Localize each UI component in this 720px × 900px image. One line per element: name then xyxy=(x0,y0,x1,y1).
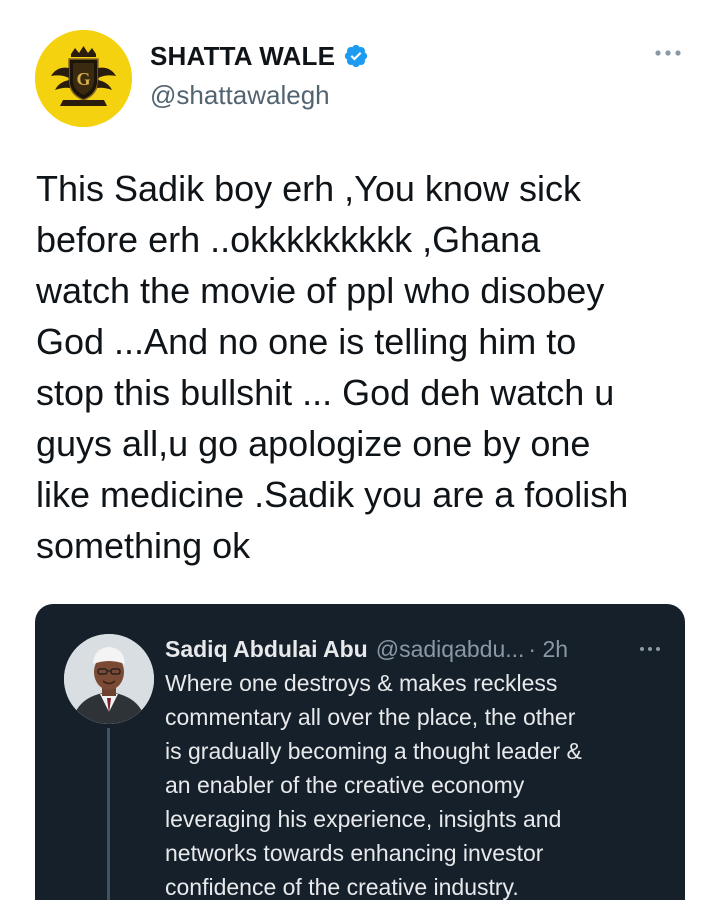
quoted-tweet-header: Sadiq Abdulai Abu @sadiqabdu... · 2h xyxy=(165,632,665,666)
quoted-tweet-body-text: Where one destroys & makes reckless comm… xyxy=(165,670,582,900)
tweet-body-text: This Sadik boy erh ,You know sick before… xyxy=(36,168,629,566)
more-horizontal-icon[interactable] xyxy=(653,46,683,60)
quoted-author-avatar[interactable] xyxy=(64,634,154,724)
svg-text:G: G xyxy=(76,69,90,89)
author-avatar[interactable]: G xyxy=(35,30,132,127)
author-display-name[interactable]: SHATTA WALE xyxy=(150,41,335,72)
gold-crest-logo-icon: G xyxy=(35,30,132,127)
tweet-card: G SHATTA WALE @shattawalegh This Sadik b… xyxy=(0,0,720,900)
thread-connector-line xyxy=(107,728,110,900)
quoted-more-horizontal-icon[interactable] xyxy=(639,644,661,654)
quoted-author-name[interactable]: Sadiq Abdulai Abu xyxy=(165,636,368,663)
person-portrait-icon xyxy=(64,634,154,724)
quoted-tweet-timestamp[interactable]: · 2h xyxy=(528,636,568,663)
verified-badge-icon xyxy=(345,44,368,68)
author-handle[interactable]: @shattawalegh xyxy=(150,80,330,111)
quoted-author-handle[interactable]: @sadiqabdu... xyxy=(376,636,525,663)
author-name-row[interactable]: SHATTA WALE xyxy=(150,40,369,72)
quoted-tweet-card[interactable]: Sadiq Abdulai Abu @sadiqabdu... · 2h Whe… xyxy=(35,604,685,900)
